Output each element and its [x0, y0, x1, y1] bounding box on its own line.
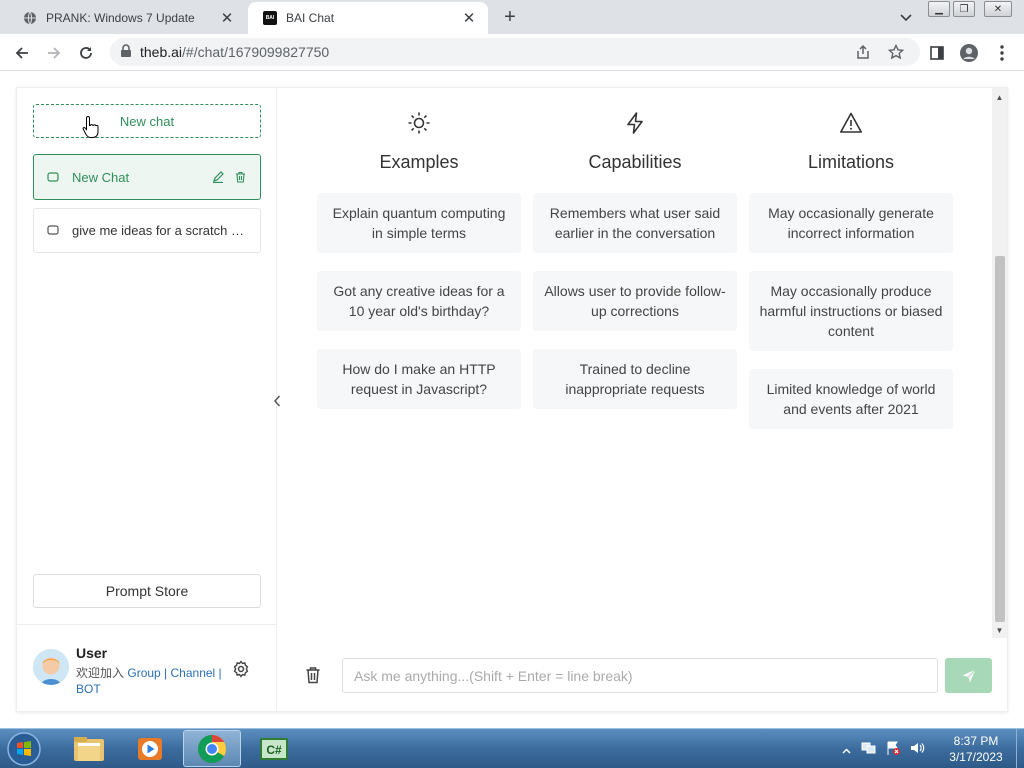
- globe-icon: [22, 10, 38, 26]
- example-card[interactable]: Explain quantum computing in simple term…: [317, 193, 521, 253]
- chat-app: New chat New Chat give me ideas for a sc…: [16, 87, 1008, 712]
- column-title: Examples: [379, 152, 459, 172]
- kebab-menu-icon[interactable]: [990, 41, 1014, 65]
- settings-gear-icon[interactable]: [231, 659, 251, 679]
- show-desktop-button[interactable]: [1016, 729, 1024, 768]
- browser-toolbar: theb.ai/#/chat/1679099827750: [0, 34, 1024, 71]
- chat-history-label: New Chat: [72, 169, 130, 185]
- profile-avatar-icon[interactable]: [957, 41, 981, 65]
- network-icon[interactable]: [861, 740, 877, 759]
- windows-taskbar: C# 8:37 PM 3/17/2023: [0, 728, 1024, 768]
- bai-logo-icon: BAI: [262, 10, 278, 26]
- send-plane-icon: [962, 668, 976, 682]
- lightning-icon: [533, 108, 737, 138]
- clock-time: 8:37 PM: [953, 734, 999, 748]
- chat-history-item-active[interactable]: New Chat: [33, 154, 261, 200]
- bot-link[interactable]: BOT: [76, 682, 101, 696]
- example-card[interactable]: Got any creative ideas for a 10 year old…: [317, 271, 521, 331]
- system-tray: [842, 729, 925, 768]
- capability-card: Trained to decline inappropriate request…: [533, 349, 737, 409]
- column-title: Limitations: [807, 152, 895, 172]
- explorer-icon[interactable]: [60, 730, 118, 767]
- clear-chat-trash-icon[interactable]: [302, 664, 324, 686]
- svg-text:C#: C#: [266, 743, 282, 757]
- scrollbar-thumb[interactable]: [995, 256, 1005, 622]
- new-tab-plus-icon[interactable]: +: [498, 5, 522, 29]
- hand-cursor-icon: [82, 115, 100, 139]
- system-clock[interactable]: 8:37 PM 3/17/2023: [936, 733, 1016, 765]
- community-links: 欢迎加入 Group | Channel | BOT: [76, 666, 222, 696]
- chat-bubble-icon: [46, 170, 60, 184]
- tab-search-chevron-icon[interactable]: [896, 8, 916, 28]
- show-hidden-icons-arrow-icon[interactable]: [842, 742, 851, 757]
- browser-tab-bar: PRANK: Windows 7 Update ✕ BAI BAI Chat ✕…: [0, 0, 1024, 34]
- forward-arrow-icon[interactable]: [42, 41, 66, 65]
- restore-window-icon[interactable]: ❐: [953, 1, 975, 17]
- side-panel-icon[interactable]: [925, 41, 949, 65]
- csharp-icon[interactable]: C#: [245, 730, 303, 767]
- tab-prank-windows-update[interactable]: PRANK: Windows 7 Update ✕: [8, 2, 246, 34]
- web-page: New chat New Chat give me ideas for a sc…: [0, 71, 1024, 728]
- tab-bai-chat[interactable]: BAI BAI Chat ✕: [248, 2, 488, 34]
- share-icon[interactable]: [855, 38, 871, 66]
- volume-speaker-icon[interactable]: [909, 740, 925, 759]
- close-tab-icon[interactable]: ✕: [218, 9, 236, 27]
- user-name: User: [76, 645, 108, 661]
- minimize-window-icon[interactable]: ▁: [928, 1, 950, 17]
- limitation-card: May occasionally generate incorrect info…: [749, 193, 953, 253]
- user-profile-area: User 欢迎加入 Group | Channel | BOT: [17, 624, 276, 711]
- chrome-icon[interactable]: [183, 730, 241, 767]
- chat-input[interactable]: [342, 658, 938, 693]
- group-link[interactable]: Group: [127, 666, 160, 680]
- media-player-icon[interactable]: [121, 730, 179, 767]
- limitation-card: Limited knowledge of world and events af…: [749, 369, 953, 429]
- close-window-icon[interactable]: ✕: [984, 1, 1012, 17]
- sun-icon: [317, 108, 521, 138]
- url-text: theb.ai/#/chat/1679099827750: [140, 44, 330, 60]
- avatar[interactable]: [33, 649, 69, 685]
- scroll-down-arrow-icon[interactable]: ▼: [992, 623, 1007, 637]
- close-tab-icon[interactable]: ✕: [460, 9, 478, 27]
- edit-pencil-icon[interactable]: [210, 169, 226, 185]
- limitation-card: May occasionally produce harmful instruc…: [749, 271, 953, 351]
- capability-card: Allows user to provide follow-up correct…: [533, 271, 737, 331]
- chat-bubble-icon: [46, 224, 60, 238]
- start-button[interactable]: [4, 731, 44, 767]
- prompt-store-button[interactable]: Prompt Store: [33, 574, 261, 608]
- main-panel: Examples Explain quantum computing in si…: [277, 88, 992, 711]
- chat-history-label: give me ideas for a scratch game: [72, 223, 248, 238]
- lock-icon[interactable]: [120, 43, 132, 61]
- column-title: Capabilities: [588, 152, 682, 172]
- action-center-flag-icon[interactable]: [885, 740, 901, 759]
- tab-title: PRANK: Windows 7 Update: [46, 11, 195, 25]
- sidebar: New chat New Chat give me ideas for a sc…: [17, 88, 277, 711]
- clock-date: 3/17/2023: [949, 750, 1003, 764]
- delete-trash-icon[interactable]: [232, 169, 248, 185]
- scroll-up-arrow-icon[interactable]: ▲: [992, 90, 1007, 104]
- new-chat-button[interactable]: New chat: [33, 104, 261, 138]
- channel-link[interactable]: Channel: [171, 666, 216, 680]
- warning-icon: [749, 108, 953, 138]
- send-button[interactable]: [945, 658, 992, 693]
- back-arrow-icon[interactable]: [10, 41, 34, 65]
- chat-history-item[interactable]: give me ideas for a scratch game: [33, 208, 261, 253]
- reload-icon[interactable]: [74, 41, 98, 65]
- scrollbar[interactable]: ▲ ▼: [992, 88, 1007, 638]
- tab-title: BAI Chat: [286, 11, 335, 25]
- capability-card: Remembers what user said earlier in the …: [533, 193, 737, 253]
- bookmark-star-icon[interactable]: [888, 38, 904, 66]
- example-card[interactable]: How do I make an HTTP request in Javascr…: [317, 349, 521, 409]
- address-bar[interactable]: theb.ai/#/chat/1679099827750: [110, 38, 920, 66]
